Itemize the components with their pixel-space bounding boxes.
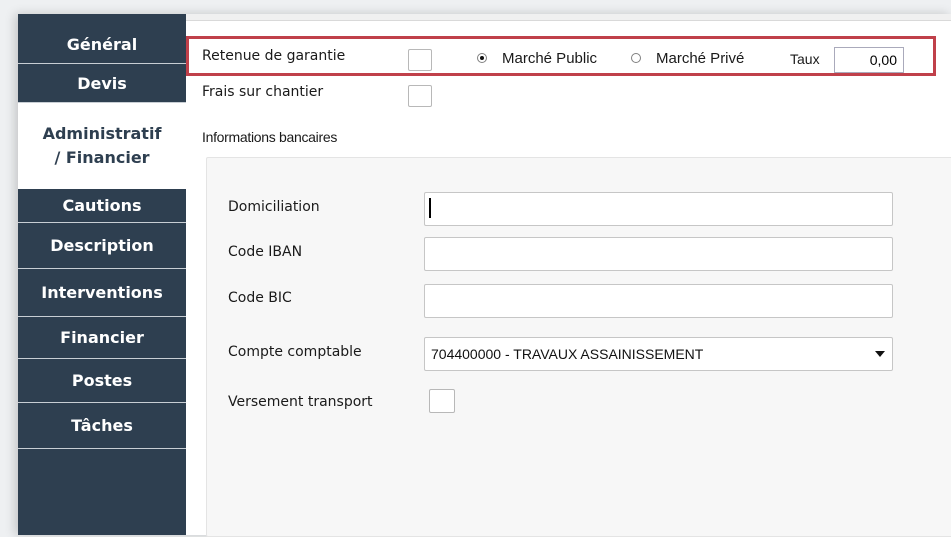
sidebar: Général Devis Administratif / Financier … — [18, 14, 186, 535]
taux-label: Taux — [790, 51, 820, 67]
tab-devis[interactable]: Devis — [18, 64, 186, 103]
compte-select[interactable]: 704400000 - TRAVAUX ASSAINISSEMENT — [424, 337, 893, 371]
radio-marche-public-label: Marché Public — [502, 50, 598, 67]
iban-label: Code IBAN — [228, 244, 303, 260]
domiciliation-label: Domiciliation — [228, 199, 320, 215]
bic-input[interactable] — [424, 284, 893, 318]
tab-postes[interactable]: Postes — [18, 359, 186, 403]
chevron-down-icon[interactable] — [875, 351, 885, 357]
frais-checkbox[interactable] — [408, 85, 432, 107]
tab-taches[interactable]: Tâches — [18, 403, 186, 449]
radio-marche-prive-label: Marché Privé — [656, 50, 745, 67]
domiciliation-input[interactable] — [424, 192, 893, 226]
banking-section-title: Informations bancaires — [202, 129, 338, 145]
versement-checkbox[interactable] — [429, 389, 455, 413]
iban-input[interactable] — [424, 237, 893, 271]
radio-marche-prive[interactable] — [631, 53, 641, 63]
tab-general[interactable]: Général — [18, 25, 186, 64]
tab-administratif-financier[interactable]: Administratif / Financier — [18, 103, 186, 189]
tab-label-line2: / Financier — [54, 147, 150, 167]
tab-label-line1: Administratif — [42, 123, 162, 143]
frais-label: Frais sur chantier — [202, 84, 324, 100]
tab-cautions[interactable]: Cautions — [18, 189, 186, 223]
radio-marche-public[interactable] — [477, 53, 487, 63]
bic-label: Code BIC — [228, 290, 292, 306]
text-caret — [429, 198, 431, 218]
retenue-label: Retenue de garantie — [202, 48, 346, 64]
tab-description[interactable]: Description — [18, 223, 186, 269]
versement-label: Versement transport — [228, 394, 373, 410]
tab-financier[interactable]: Financier — [18, 317, 186, 359]
retenue-checkbox[interactable] — [408, 49, 432, 71]
compte-label: Compte comptable — [228, 344, 362, 360]
tab-interventions[interactable]: Interventions — [18, 269, 186, 317]
taux-input[interactable]: 0,00 — [834, 47, 904, 73]
top-bar — [186, 14, 951, 21]
